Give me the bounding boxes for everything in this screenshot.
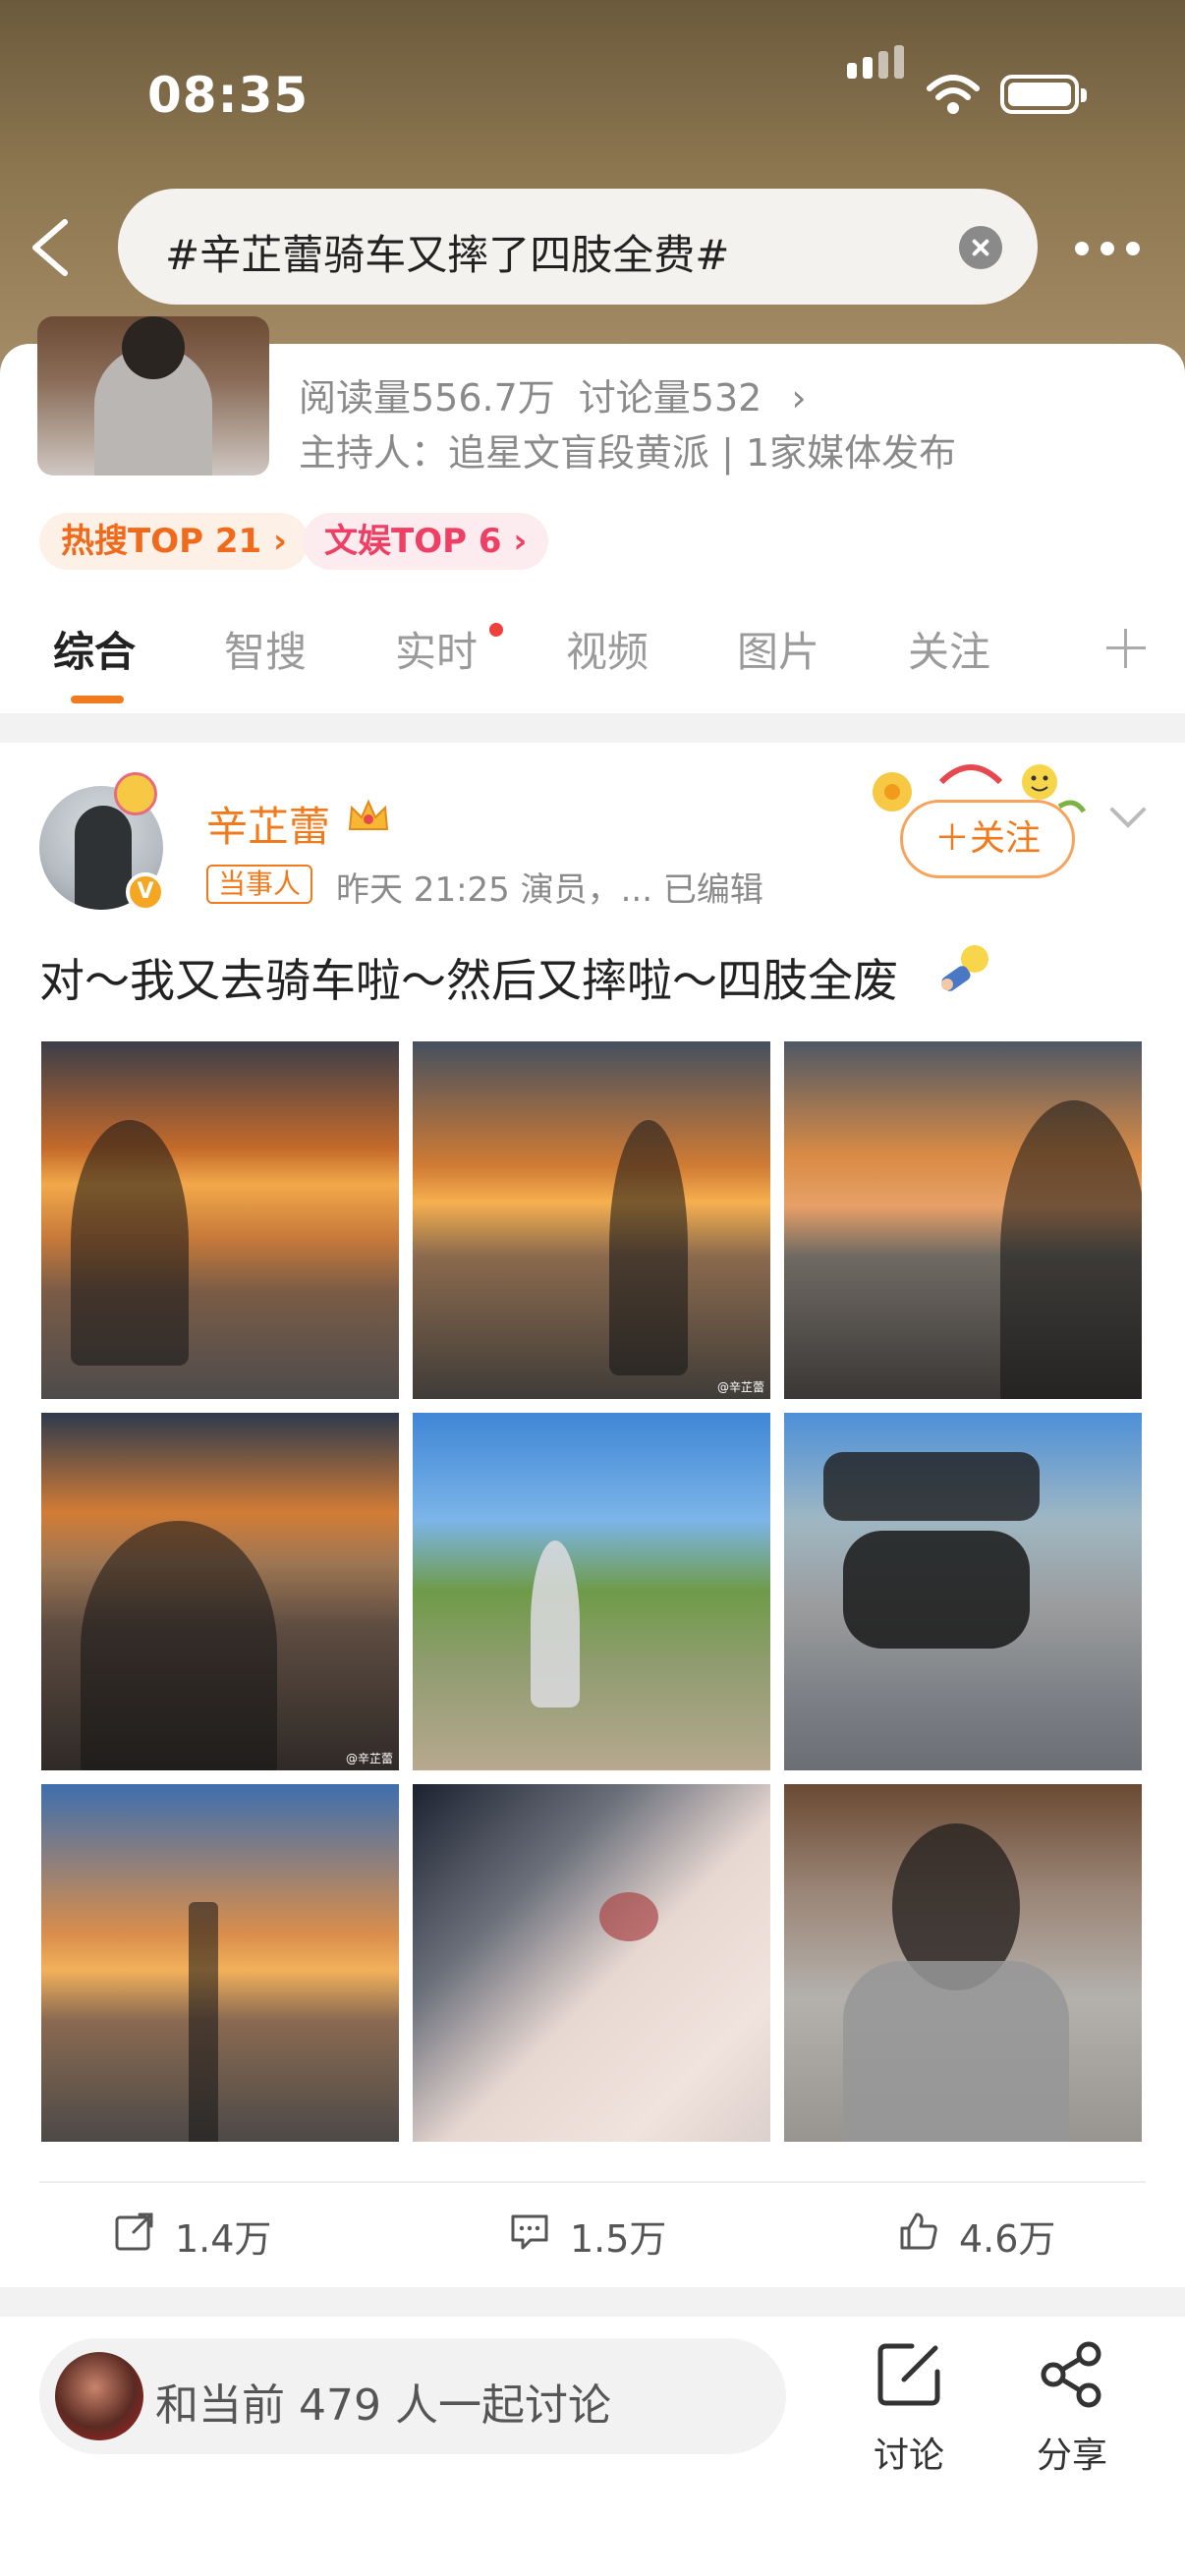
- read-count: 阅读量556.7万: [299, 376, 555, 420]
- comment-icon: [511, 2214, 548, 2250]
- crown-icon: [348, 799, 389, 830]
- follow-button[interactable]: ＋关注: [900, 800, 1075, 878]
- status-time: 08:35: [147, 67, 310, 124]
- verified-icon: V: [126, 872, 165, 912]
- share-label: 分享: [1036, 2436, 1107, 2476]
- tab-comprehensive[interactable]: 综合: [53, 619, 136, 679]
- clear-search-icon[interactable]: [959, 226, 1002, 269]
- search-query: #辛芷蕾骑车又摔了四肢全费#: [165, 231, 730, 279]
- entertainment-badge[interactable]: 文娱TOP 6 ›: [303, 513, 549, 570]
- share-button[interactable]: 分享: [1016, 2330, 1114, 2488]
- comment-count: 1.5万: [570, 2217, 667, 2261]
- tab-smart-search[interactable]: 智搜: [224, 619, 307, 679]
- discuss-label: 讨论: [873, 2436, 944, 2476]
- search-input[interactable]: #辛芷蕾骑车又摔了四肢全费#: [118, 189, 1038, 305]
- more-options-icon[interactable]: [1075, 234, 1144, 263]
- section-divider: [0, 713, 1185, 743]
- topic-host: 主持人：追星文盲段黄派 | 1家媒体发布: [299, 431, 957, 475]
- wifi-icon: [927, 75, 980, 114]
- tab-following[interactable]: 关注: [908, 619, 990, 679]
- chevron-down-icon[interactable]: [1108, 804, 1148, 833]
- post-photo-7[interactable]: [41, 1784, 399, 2142]
- post-photo-3[interactable]: [784, 1041, 1142, 1399]
- post-photo-6[interactable]: [784, 1413, 1142, 1770]
- role-tag: 当事人: [206, 865, 313, 904]
- post-photo-9[interactable]: [784, 1784, 1142, 2142]
- status-bar: 08:35: [0, 0, 1185, 187]
- thumbs-up-icon: [900, 2212, 937, 2250]
- tab-video[interactable]: 视频: [566, 619, 649, 679]
- active-tab-indicator: [71, 696, 124, 703]
- battery-icon: [1000, 75, 1087, 114]
- photo-watermark: @辛芷蕾: [345, 1752, 393, 1765]
- post-photo-1[interactable]: [41, 1041, 399, 1399]
- chevron-right-icon: ›: [791, 376, 807, 420]
- tab-images[interactable]: 图片: [737, 619, 819, 679]
- hot-search-badge[interactable]: 热搜TOP 21 ›: [39, 513, 310, 570]
- new-content-dot: [489, 623, 503, 637]
- tab-realtime[interactable]: 实时: [395, 619, 478, 679]
- forward-icon: [115, 2212, 153, 2251]
- discuss-input[interactable]: 和当前 479 人一起讨论: [39, 2338, 786, 2454]
- discuss-button[interactable]: 讨论: [853, 2330, 951, 2488]
- post-photo-5[interactable]: [413, 1413, 770, 1770]
- post-meta: 昨天 21:25 演员，... 已编辑: [336, 870, 763, 910]
- avatar: [55, 2352, 143, 2440]
- discuss-placeholder: 和当前 479 人一起讨论: [155, 2380, 611, 2431]
- avatar-decoration-icon: [114, 772, 157, 815]
- post-username[interactable]: 辛芷蕾: [206, 794, 330, 854]
- topic-thumbnail[interactable]: [37, 316, 269, 476]
- post-photo-8[interactable]: [413, 1784, 770, 2142]
- share-count: 1.4万: [175, 2217, 272, 2261]
- post-photo-2[interactable]: @辛芷蕾: [413, 1041, 770, 1399]
- share-icon: [1041, 2341, 1101, 2408]
- topic-stats[interactable]: 阅读量556.7万 讨论量532 ›: [299, 367, 807, 421]
- photo-watermark: @辛芷蕾: [716, 1380, 764, 1394]
- like-count: 4.6万: [959, 2217, 1056, 2261]
- edit-icon: [877, 2343, 940, 2406]
- post-text: 对～我又去骑车啦～然后又摔啦～四肢全废: [39, 954, 898, 1007]
- add-tab-icon[interactable]: [1106, 629, 1146, 668]
- lightbulb-emoji-icon: [941, 945, 988, 991]
- tab-bar: 综合 智搜 实时 视频 图片 关注: [0, 619, 1185, 717]
- back-arrow-icon[interactable]: [26, 218, 75, 277]
- post-photo-4[interactable]: @辛芷蕾: [41, 1413, 399, 1770]
- discussion-count: 讨论量532: [578, 376, 762, 420]
- section-divider: [0, 2287, 1185, 2317]
- divider: [39, 2181, 1146, 2183]
